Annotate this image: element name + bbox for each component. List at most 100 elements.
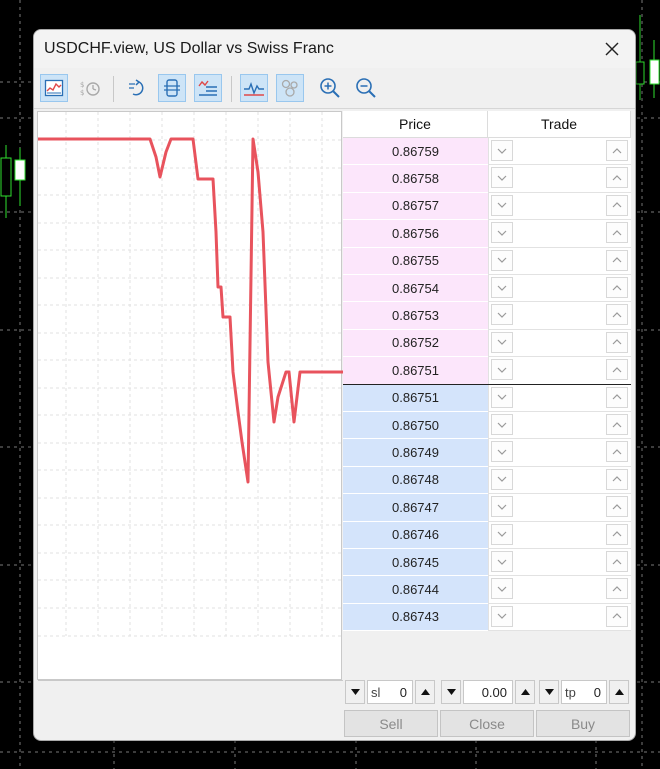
chevron-down-icon [497, 285, 507, 291]
chevron-down-icon [497, 339, 507, 346]
sell-limit-button[interactable] [491, 277, 513, 298]
chevron-up-icon [612, 449, 622, 455]
sell-limit-button[interactable] [491, 578, 513, 600]
center-price-button[interactable] [158, 74, 186, 102]
price-cell: 0.86756 [343, 220, 488, 248]
buy-limit-button[interactable] [606, 496, 628, 518]
buy-limit-button[interactable] [606, 386, 628, 408]
buy-limit-button[interactable] [606, 523, 628, 545]
price-cell: 0.86751 [343, 357, 488, 385]
trade-cell [488, 494, 631, 522]
volume-dots-icon [281, 79, 298, 97]
chevron-down-icon [497, 230, 507, 236]
zoom-in-button[interactable] [316, 74, 344, 102]
tick-chart[interactable] [37, 111, 343, 681]
buy-limit-button[interactable] [606, 331, 628, 353]
buy-limit-button[interactable] [606, 578, 628, 600]
auto-scroll-button[interactable] [122, 74, 150, 102]
buy-limit-button[interactable] [606, 277, 628, 298]
sl-field[interactable]: sl 0 [367, 680, 413, 704]
sell-limit-button[interactable] [491, 414, 513, 435]
buy-limit-button[interactable] [606, 359, 628, 381]
volume-value: 0.00 [481, 685, 507, 700]
close-button[interactable] [595, 34, 629, 64]
sell-button[interactable]: Sell [344, 710, 438, 737]
chevron-up-icon [612, 586, 622, 592]
sell-limit-button[interactable] [491, 468, 513, 490]
bid-row: 0.86749 [343, 439, 631, 467]
depth-list-icon [198, 80, 217, 96]
buy-button[interactable]: Buy [536, 710, 630, 737]
tick-line-icon [244, 81, 264, 96]
price-cell: 0.86746 [343, 521, 488, 549]
buy-limit-button[interactable] [606, 605, 628, 627]
history-ticks-button[interactable]: $ $ [76, 74, 104, 102]
tick-chart-canvas [38, 112, 343, 637]
sell-limit-button[interactable] [491, 605, 513, 627]
price-column-header[interactable]: Price [343, 111, 488, 138]
sell-limit-button[interactable] [491, 304, 513, 326]
sell-limit-button[interactable] [491, 331, 513, 353]
buy-limit-button[interactable] [606, 414, 628, 435]
buy-limit-button[interactable] [606, 304, 628, 326]
sell-limit-button[interactable] [491, 523, 513, 545]
trade-actions: Sell Close Buy [343, 710, 633, 738]
chevron-down-icon [497, 586, 507, 592]
buy-limit-button[interactable] [606, 140, 628, 161]
sl-decrease-button[interactable] [345, 680, 365, 704]
trade-column-header[interactable]: Trade [488, 111, 631, 138]
bid-row: 0.86751 [343, 384, 631, 412]
sell-limit-button[interactable] [491, 167, 513, 189]
buy-limit-button[interactable] [606, 441, 628, 463]
sell-limit-button[interactable] [491, 496, 513, 518]
sell-limit-button[interactable] [491, 222, 513, 244]
chevron-down-icon [497, 312, 507, 318]
chevron-up-icon [612, 257, 622, 263]
sell-limit-button[interactable] [491, 386, 513, 408]
bid-row: 0.86748 [343, 466, 631, 495]
sell-limit-button[interactable] [491, 249, 513, 271]
price-cell: 0.86759 [343, 138, 488, 166]
triangle-up-icon [420, 689, 430, 695]
volume-increase-button[interactable] [515, 680, 535, 704]
tp-field[interactable]: tp 0 [561, 680, 607, 704]
sell-limit-button[interactable] [491, 551, 513, 572]
buy-limit-button[interactable] [606, 551, 628, 572]
depth-list-button[interactable] [194, 74, 222, 102]
buy-limit-button[interactable] [606, 468, 628, 490]
triangle-down-icon [350, 689, 360, 695]
ask-row: 0.86752 [343, 329, 631, 358]
sell-limit-button[interactable] [491, 140, 513, 161]
sl-increase-button[interactable] [415, 680, 435, 704]
close-position-button[interactable]: Close [440, 710, 534, 737]
sell-limit-button[interactable] [491, 441, 513, 463]
tick-chart-button[interactable] [40, 74, 68, 102]
tp-decrease-button[interactable] [539, 680, 559, 704]
chevron-down-icon [497, 394, 507, 400]
sell-limit-button[interactable] [491, 359, 513, 381]
price-cell: 0.86758 [343, 165, 488, 193]
trade-cell [488, 357, 631, 385]
buy-limit-button[interactable] [606, 167, 628, 189]
sl-value: 0 [399, 685, 407, 700]
price-cell: 0.86752 [343, 329, 488, 358]
price-cell: 0.86744 [343, 576, 488, 604]
buy-limit-button[interactable] [606, 222, 628, 244]
volume-field[interactable]: 0.00 [463, 680, 513, 704]
tp-label: tp [565, 685, 576, 700]
chevron-down-icon [497, 504, 507, 510]
trade-cell [488, 329, 631, 358]
price-cell: 0.86754 [343, 275, 488, 303]
volume-decrease-button[interactable] [441, 680, 461, 704]
tick-line-button[interactable] [240, 74, 268, 102]
title-bar[interactable]: USDCHF.view, US Dollar vs Swiss Franc [34, 30, 635, 68]
trade-cell [488, 138, 631, 166]
sell-limit-button[interactable] [491, 194, 513, 216]
buy-limit-button[interactable] [606, 249, 628, 271]
zoom-out-button[interactable] [352, 74, 380, 102]
tp-increase-button[interactable] [609, 680, 629, 704]
chevron-down-icon [497, 422, 507, 428]
buy-limit-button[interactable] [606, 194, 628, 216]
volume-dots-button[interactable] [276, 74, 304, 102]
market-depth-window: USDCHF.view, US Dollar vs Swiss Franc $ … [33, 29, 636, 741]
